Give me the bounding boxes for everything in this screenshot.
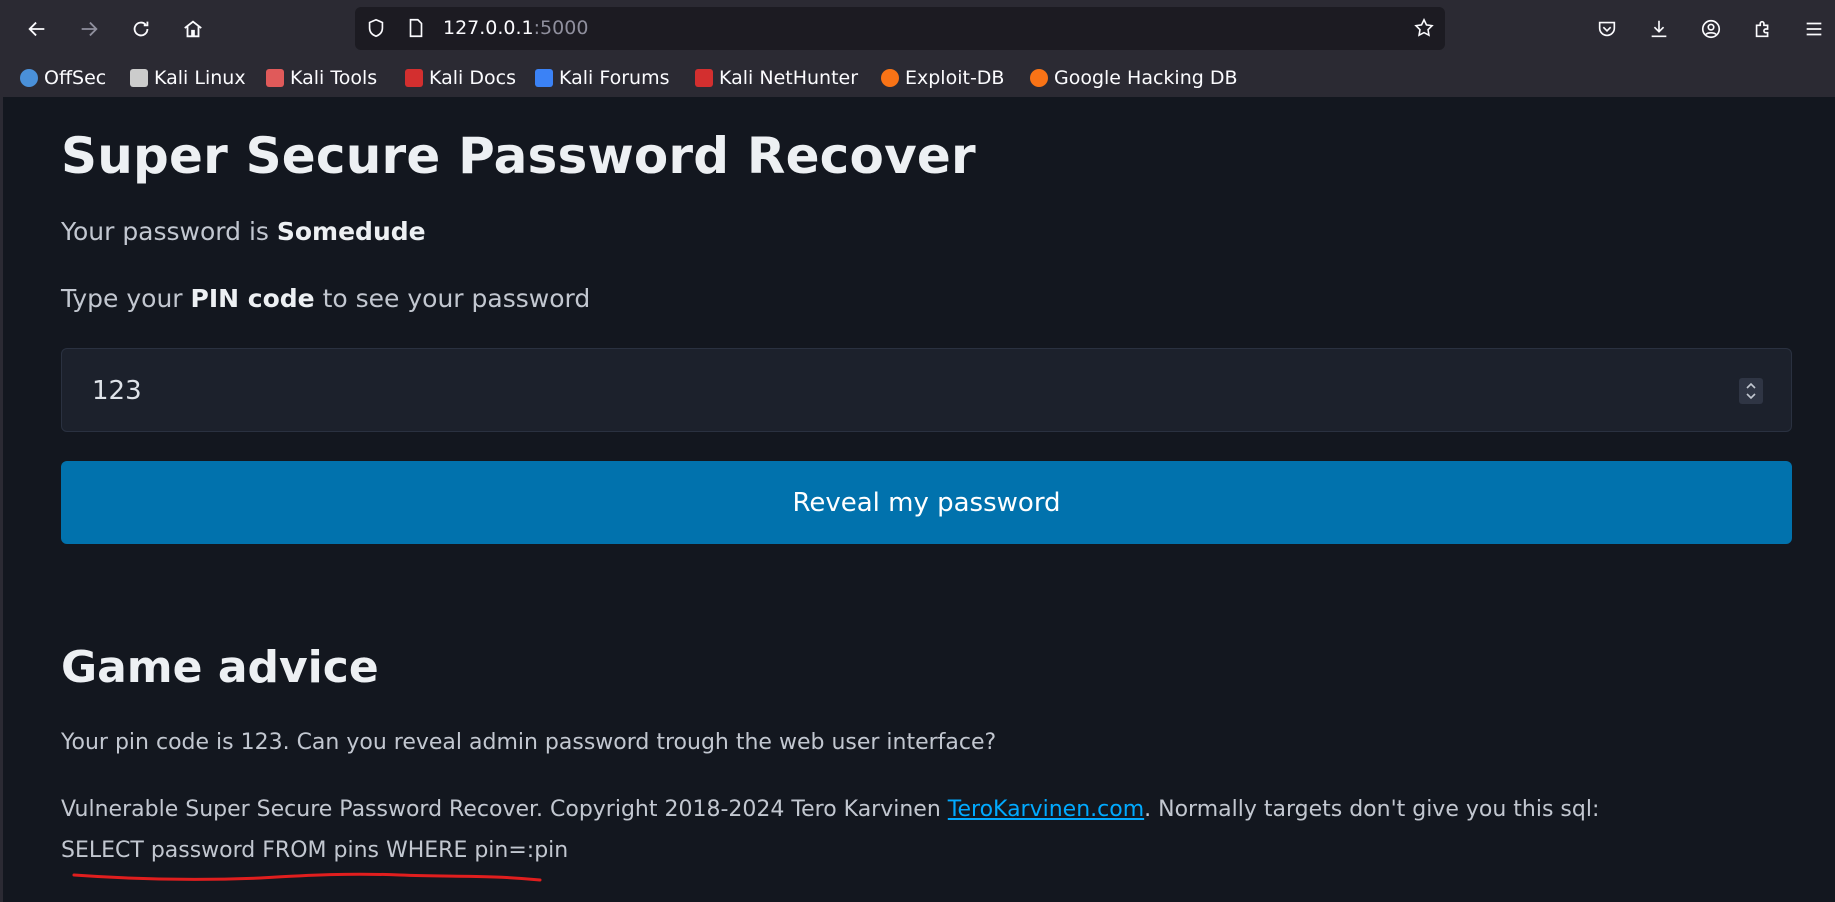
home-icon [184, 20, 202, 38]
extensions-button[interactable] [1746, 12, 1780, 46]
bookmark-kali-docs[interactable]: Kali Docs [405, 66, 516, 90]
browser-toolbar: 127.0.0.1:5000 [0, 0, 1835, 58]
reload-button[interactable] [124, 12, 158, 46]
footer-prefix: Vulnerable Super Secure Password Recover… [61, 797, 948, 822]
forward-button[interactable] [72, 12, 106, 46]
footer-text: Vulnerable Super Secure Password Recover… [61, 797, 1599, 822]
browser-chrome: 127.0.0.1:5000 OffSec Kali Linux Kali To… [0, 0, 1835, 97]
instruction-bold: PIN code [190, 284, 315, 313]
pocket-button[interactable] [1590, 12, 1624, 46]
kali-nethunter-icon [695, 69, 713, 87]
home-button[interactable] [176, 12, 210, 46]
terokarvinen-link[interactable]: TeroKarvinen.com [948, 797, 1144, 822]
bookmark-label: Google Hacking DB [1054, 67, 1238, 89]
number-stepper[interactable] [1739, 378, 1763, 404]
bookmark-label: Exploit-DB [905, 67, 1005, 89]
pin-input[interactable]: 123 [61, 348, 1792, 432]
address-bar[interactable]: 127.0.0.1:5000 [355, 7, 1445, 50]
instruction-suffix: to see your password [314, 284, 591, 313]
kali-dragon-icon [130, 69, 148, 87]
url-host: 127.0.0.1 [443, 17, 534, 39]
bookmark-label: Kali Tools [290, 67, 378, 89]
download-icon [1651, 20, 1667, 38]
bookmark-label: Kali NetHunter [719, 67, 859, 89]
bookmarks-toolbar: OffSec Kali Linux Kali Tools Kali Docs K… [0, 58, 1835, 97]
menu-button[interactable] [1797, 12, 1831, 46]
instruction-prefix: Type your [61, 284, 191, 313]
hamburger-menu-icon [1806, 22, 1822, 36]
reveal-password-button[interactable]: Reveal my password [61, 461, 1792, 544]
reload-icon [133, 21, 149, 37]
bookmark-kali-linux[interactable]: Kali Linux [130, 66, 246, 90]
account-icon [1701, 19, 1721, 39]
url-port: :5000 [533, 17, 589, 39]
page-info-icon[interactable] [405, 17, 427, 39]
bookmark-kali-tools[interactable]: Kali Tools [266, 66, 377, 90]
password-line: Your password is Somedude [61, 217, 426, 246]
bookmark-label: OffSec [44, 67, 107, 89]
red-underline-annotation [72, 872, 542, 882]
password-prefix: Your password is [61, 217, 277, 246]
bookmark-label: Kali Forums [559, 67, 670, 89]
bookmark-kali-nethunter[interactable]: Kali NetHunter [695, 66, 858, 90]
back-button[interactable] [20, 12, 54, 46]
bookmark-exploit-db[interactable]: Exploit-DB [881, 66, 1004, 90]
bookmark-star-icon[interactable] [1413, 17, 1435, 39]
password-value: Somedude [276, 217, 426, 246]
advice-title: Game advice [61, 642, 379, 693]
kali-docs-icon [405, 69, 423, 87]
puzzle-icon [1755, 20, 1769, 38]
pocket-icon [1598, 21, 1616, 37]
ghdb-icon [1030, 69, 1048, 87]
stepper-arrows-icon [1746, 382, 1756, 400]
arrow-right-icon [81, 21, 98, 37]
downloads-button[interactable] [1642, 12, 1676, 46]
bookmark-label: Kali Docs [429, 67, 516, 89]
sql-query: SELECT password FROM pins WHERE pin=:pin [61, 838, 569, 863]
bookmark-kali-forums[interactable]: Kali Forums [535, 66, 670, 90]
offsec-icon [20, 69, 38, 87]
account-button[interactable] [1694, 12, 1728, 46]
kali-tools-icon [266, 69, 284, 87]
kali-forums-icon [535, 69, 553, 87]
instruction-line: Type your PIN code to see your password [61, 284, 590, 313]
exploit-db-icon [881, 69, 899, 87]
arrow-left-icon [28, 21, 45, 37]
bookmark-google-hacking-db[interactable]: Google Hacking DB [1030, 66, 1238, 90]
url-text[interactable]: 127.0.0.1:5000 [443, 7, 588, 50]
footer-suffix: . Normally targets don't give you this s… [1144, 797, 1600, 822]
shield-icon[interactable] [365, 17, 387, 39]
pin-input-value: 123 [92, 376, 142, 406]
bookmark-offsec[interactable]: OffSec [20, 66, 106, 90]
page-title: Super Secure Password Recover [61, 127, 976, 185]
bookmark-label: Kali Linux [154, 67, 246, 89]
advice-text: Your pin code is 123. Can you reveal adm… [61, 730, 997, 755]
page-content: Super Secure Password Recover Your passw… [0, 97, 1835, 902]
